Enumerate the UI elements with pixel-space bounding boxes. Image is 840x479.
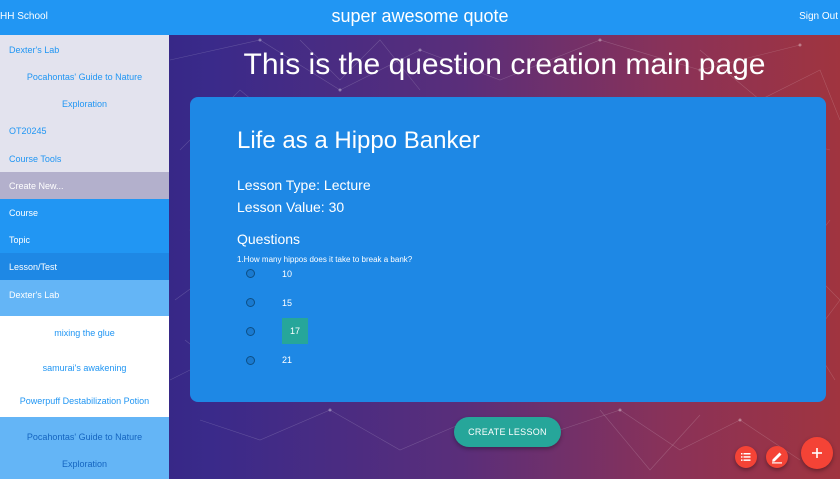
sidebar-item-course-tools[interactable]: Course Tools [0,144,169,172]
page-heading: This is the question creation main page [243,48,766,81]
sidebar-item-label: Dexter's Lab [9,45,60,55]
add-fab-button[interactable] [801,437,833,469]
lesson-value: Lesson Value: 30 [237,199,345,215]
option-radio-15[interactable] [246,298,255,307]
sidebar-item-powerpuff-potion[interactable]: Powerpuff Destabilization Potion [0,387,169,417]
sidebar: Dexter's Lab Pocahontas' Guide to Nature… [0,35,169,479]
sidebar-item-label: Lesson/Test [9,262,58,272]
option-label-10: 10 [282,269,293,279]
lesson-card: Life as a Hippo Banker Lesson Type: Lect… [190,97,826,402]
app-title: super awesome quote [331,6,509,26]
sidebar-item-topic[interactable]: Topic [0,226,169,253]
lesson-type: Lesson Type: Lecture [237,177,371,193]
sidebar-item-label: Powerpuff Destabilization Potion [19,396,150,406]
questions-heading: Questions [237,231,301,247]
sidebar-item-label: Dexter's Lab [9,290,60,300]
top-navbar: HH School super awesome quote Sign Out [0,0,840,35]
sidebar-item-course[interactable]: Course [0,199,169,226]
option-radio-10[interactable] [246,269,255,278]
sidebar-item-pocahontas-course[interactable]: Pocahontas' Guide to Nature Exploration [0,417,169,479]
sidebar-item-label: Topic [9,235,31,245]
question-text: 1.How many hippos does it take to break … [237,255,413,264]
sidebar-item-lesson-test[interactable]: Lesson/Test [0,253,169,280]
sidebar-item-dexters-lab-course[interactable]: Dexter's Lab [0,280,169,316]
sidebar-item-mixing-the-glue[interactable]: mixing the glue [0,316,169,352]
sidebar-item-dexters-lab[interactable]: Dexter's Lab [0,35,169,63]
option-radio-17[interactable] [246,327,255,336]
sidebar-item-label: Course Tools [9,154,62,164]
sidebar-item-label: Pocahontas' Guide to Nature [26,72,143,82]
sidebar-item-ot20245[interactable]: OT20245 [0,117,169,144]
sidebar-item-pocahontas[interactable]: Pocahontas' Guide to Nature [0,63,169,90]
sidebar-item-label: Exploration [61,99,108,109]
sidebar-item-label: Create New... [9,181,64,191]
lesson-title: Life as a Hippo Banker [237,127,480,154]
list-icon [741,453,751,461]
sidebar-item-exploration[interactable]: Exploration [0,90,169,117]
sidebar-item-label: Exploration [61,459,108,469]
list-fab-button[interactable] [735,446,757,468]
sign-out-link[interactable]: Sign Out [799,11,838,22]
edit-fab-button[interactable] [766,446,788,468]
sidebar-item-label: samurai's awakening [42,363,127,373]
sidebar-item-samurais-awakening[interactable]: samurai's awakening [0,352,169,387]
sidebar-item-label: Course [9,208,39,218]
option-label-17: 17 [289,326,300,336]
create-lesson-button[interactable]: CREATE LESSON [454,417,561,447]
correct-answer-highlight: 17 [282,318,308,344]
plus-icon [812,448,822,458]
sidebar-item-label: OT20245 [9,126,47,136]
option-radio-21[interactable] [246,356,255,365]
sidebar-item-label: Pocahontas' Guide to Nature [26,432,143,442]
option-label-15: 15 [282,298,293,308]
sidebar-item-label: mixing the glue [54,328,115,338]
pencil-icon [772,452,782,464]
sidebar-item-create-new[interactable]: Create New... [0,172,169,199]
option-label-21: 21 [282,355,293,365]
